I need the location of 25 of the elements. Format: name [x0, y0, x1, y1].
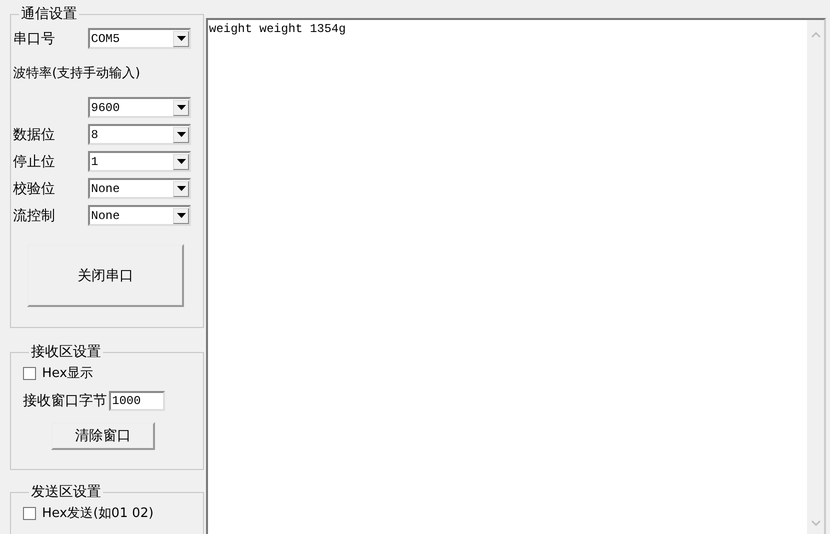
- field-label: 停止位: [13, 152, 56, 170]
- dropdown[interactable]: 8: [88, 124, 191, 145]
- dropdown[interactable]: 9600: [88, 97, 191, 118]
- clear-window-button[interactable]: 清除窗口: [51, 422, 155, 450]
- field-label: 流控制: [13, 206, 56, 224]
- field-label: 串口号: [13, 30, 56, 48]
- checkbox-label[interactable]: Hex显示: [42, 364, 94, 382]
- dropdown[interactable]: None: [88, 178, 191, 199]
- close-port-button[interactable]: 关闭串口: [27, 244, 184, 307]
- input-field[interactable]: 1000: [109, 391, 165, 411]
- checkbox-label[interactable]: Hex发送(如01 02): [42, 504, 154, 522]
- dropdown[interactable]: 1: [88, 151, 191, 172]
- group-title: 发送区设置: [30, 484, 102, 500]
- group-title: 通信设置: [20, 6, 78, 22]
- dropdown[interactable]: COM5: [88, 28, 191, 49]
- dropdown[interactable]: None: [88, 205, 191, 226]
- receive-text-area[interactable]: weight weight 1354g: [206, 18, 826, 534]
- field-label: 数据位: [13, 126, 56, 144]
- field-label: 校验位: [13, 180, 56, 198]
- checkbox[interactable]: [23, 506, 36, 520]
- field-label: 波特率(支持手动输入): [13, 65, 140, 83]
- received-text: weight weight 1354g: [209, 22, 346, 36]
- field-label: 接收窗口字节: [23, 392, 107, 410]
- group-title: 接收区设置: [30, 344, 102, 360]
- checkbox[interactable]: [23, 366, 36, 380]
